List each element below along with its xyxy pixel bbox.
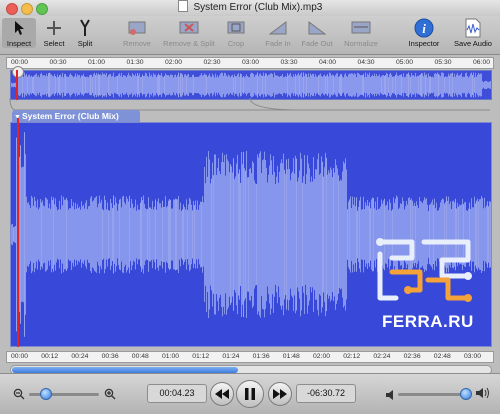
close-window-button[interactable] [6, 3, 18, 15]
ruler-tick-label: 03:00 [242, 59, 260, 66]
overview-timeline-ruler[interactable]: 00:00 00:30 01:00 01:30 02:00 02:30 03:00 03:30… [6, 57, 494, 69]
inspector-button[interactable]: i Inspector [404, 18, 444, 48]
zoom-slider-knob[interactable] [40, 388, 52, 400]
ruler-tick-label: 02:30 [203, 59, 221, 66]
rewind-button[interactable] [210, 382, 234, 406]
window-title: System Error (Club Mix).mp3 [193, 2, 323, 13]
ruler-tick-label: 00:00 [11, 59, 29, 66]
toolbar: Inspect Select Split Remove Remove & Spl… [0, 16, 500, 55]
inspect-tool-button[interactable]: Inspect [2, 18, 36, 48]
remove-button[interactable]: Remove [120, 18, 154, 48]
info-icon: i [413, 18, 435, 38]
main-timeline-ruler[interactable]: 00:00 00:12 00:24 00:36 00:48 01:00 01:12 01:24… [6, 351, 494, 363]
crop-icon [225, 18, 247, 38]
rewind-icon [215, 389, 229, 399]
ruler-tick-label: 01:00 [162, 353, 180, 360]
ruler-tick-label: 04:00 [319, 59, 337, 66]
minimize-window-button[interactable] [21, 3, 33, 15]
ruler-tick-label: 01:48 [282, 353, 300, 360]
normalize-icon [350, 18, 372, 38]
ruler-tick-label: 00:48 [131, 353, 149, 360]
zoom-out-icon[interactable] [13, 387, 25, 405]
normalize-button[interactable]: Normalize [340, 18, 382, 48]
pause-icon [245, 388, 255, 400]
ruler-tick-label: 01:30 [126, 59, 144, 66]
document-icon [177, 0, 188, 12]
split-icon [74, 18, 96, 38]
zoom-in-icon[interactable] [104, 387, 116, 405]
ruler-tick-label: 02:24 [373, 353, 391, 360]
save-audio-button[interactable]: Save Audio [449, 18, 497, 48]
ruler-tick-label: 00:00 [11, 353, 29, 360]
split-tool-button[interactable]: Split [72, 18, 98, 48]
ruler-tick-label: 00:30 [49, 59, 67, 66]
fade-out-button[interactable]: Fade Out [297, 18, 337, 48]
remove-icon [126, 18, 148, 38]
overview-playhead[interactable] [12, 66, 24, 78]
app-window: System Error (Club Mix).mp3 Inspect Sele… [0, 0, 500, 414]
ruler-tick-label: 00:12 [41, 353, 59, 360]
audio-file-icon [462, 18, 484, 38]
overview-playhead-line [16, 70, 18, 100]
ruler-tick-label: 00:36 [101, 353, 119, 360]
ruler-tick-label: 01:00 [88, 59, 106, 66]
volume-high-icon [476, 386, 490, 404]
fast-forward-icon [273, 389, 287, 399]
crop-button[interactable]: Crop [223, 18, 249, 48]
main-playhead[interactable] [17, 118, 19, 347]
remove-and-split-button[interactable]: Remove & Split [158, 18, 220, 48]
remove-split-icon [178, 18, 200, 38]
ruler-tick-label: 06:00 [473, 59, 491, 66]
zoom-window-button[interactable] [36, 3, 48, 15]
current-time-display: 00:04.23 [147, 384, 207, 403]
fast-forward-button[interactable] [268, 382, 292, 406]
ruler-tick-label: 02:36 [403, 353, 421, 360]
volume-slider-knob[interactable] [460, 388, 472, 400]
title-bar: System Error (Club Mix).mp3 [0, 0, 500, 16]
ruler-tick-label: 04:30 [357, 59, 375, 66]
track-header[interactable]: ▼ System Error (Club Mix) [12, 110, 140, 122]
ruler-tick-label: 00:24 [71, 353, 89, 360]
ruler-tick-label: 01:36 [252, 353, 270, 360]
fade-out-icon [306, 18, 328, 38]
crosshair-icon [43, 18, 65, 38]
ruler-tick-label: 02:00 [313, 353, 331, 360]
track-name: System Error (Club Mix) [22, 111, 119, 121]
remaining-time-display: -06:30.72 [296, 384, 356, 403]
ruler-tick-label: 02:12 [343, 353, 361, 360]
overview-waveform[interactable] [10, 70, 492, 100]
fade-in-icon [267, 18, 289, 38]
arrow-cursor-icon [8, 18, 30, 38]
ruler-tick-label: 02:00 [165, 59, 183, 66]
ruler-tick-label: 03:30 [280, 59, 298, 66]
ruler-tick-label: 01:12 [192, 353, 210, 360]
ruler-tick-label: 02:48 [433, 353, 451, 360]
pause-button[interactable] [236, 380, 264, 408]
volume-low-icon [386, 387, 394, 405]
ruler-tick-label: 03:00 [464, 353, 482, 360]
svg-text:i: i [422, 21, 426, 36]
select-tool-button[interactable]: Select [38, 18, 70, 48]
ruler-tick-label: 05:30 [434, 59, 452, 66]
fade-in-button[interactable]: Fade In [262, 18, 294, 48]
ruler-tick-label: 05:00 [396, 59, 414, 66]
ruler-tick-label: 01:24 [222, 353, 240, 360]
watermark-text: FERRA.RU [382, 312, 474, 331]
